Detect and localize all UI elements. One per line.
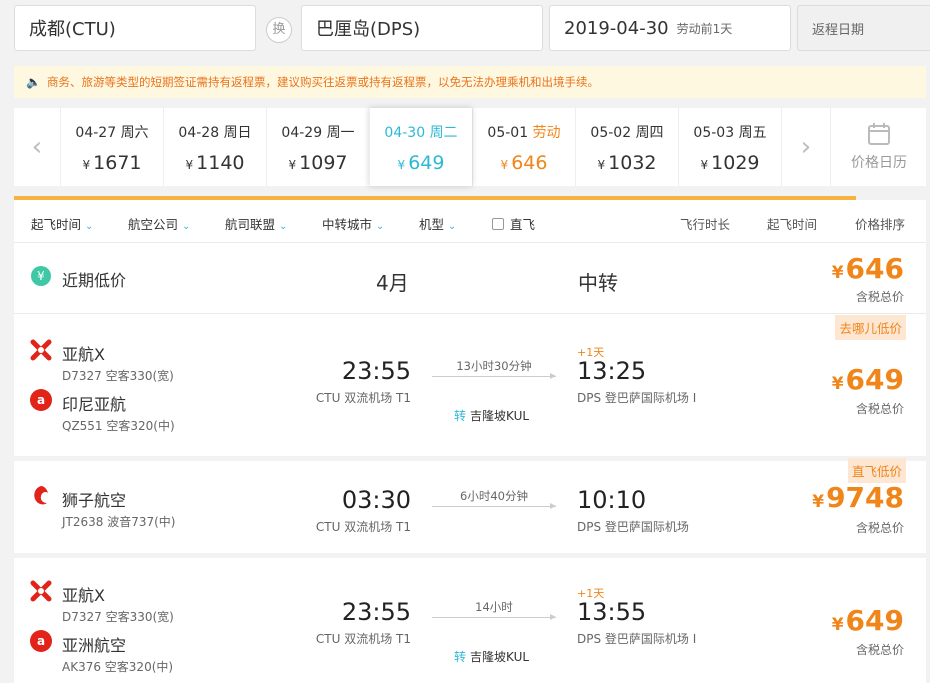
arrive-time: 13:25 <box>577 357 647 385</box>
filter-alliance[interactable]: 航司联盟 ⌄ <box>225 214 287 233</box>
airline-name: 印尼亚航 <box>62 395 127 414</box>
flight-price: ¥9748 <box>812 481 904 514</box>
date-cell[interactable]: 05-03 周五 ¥1029 <box>678 108 781 186</box>
depart-airport: CTU 双流机场 T1 <box>315 520 411 534</box>
next-dates-arrow-icon[interactable]: › <box>781 108 830 186</box>
arrive-time: 13:55 <box>577 598 647 626</box>
airasia-logo-icon: a <box>30 389 52 411</box>
destination-field[interactable]: 巴厘岛(DPS) <box>301 5 543 51</box>
tax-note: 含税总价 <box>855 290 904 304</box>
airasia-x-logo-icon <box>30 580 52 602</box>
speaker-icon: 🔈 <box>26 75 41 89</box>
price-badge: 直飞低价 <box>847 458 906 483</box>
tax-note: 含税总价 <box>855 643 904 657</box>
airline-name: 亚航X <box>62 586 105 605</box>
origin-field[interactable]: 成都(CTU) <box>14 5 256 51</box>
depart-date-field[interactable]: 2019-04-30 劳动前1天 <box>549 5 791 51</box>
chevron-down-icon: ⌄ <box>376 221 385 232</box>
tax-note: 含税总价 <box>855 402 904 416</box>
airline-name: 亚航X <box>62 345 105 364</box>
airasia-x-logo-icon <box>30 339 52 361</box>
low-price-type: 中转 <box>578 271 618 295</box>
arrive-airport: DPS 登巴萨国际机场 I <box>577 632 697 646</box>
filter-aircraft[interactable]: 机型 ⌄ <box>419 214 456 233</box>
date-strip: ‹ 04-27 周六 ¥1671 04-28 周日 ¥1140 04-29 周一… <box>14 108 926 186</box>
lion-air-logo-icon <box>34 486 48 505</box>
airline-name: 狮子航空 <box>62 491 127 510</box>
route-arrow <box>432 503 556 509</box>
recent-low-price-row[interactable]: ¥ 近期低价 4月 中转 ¥646 含税总价 <box>14 243 926 314</box>
arrive-time: 10:10 <box>577 486 647 514</box>
low-price-label: 近期低价 <box>62 271 127 290</box>
filter-depart-time[interactable]: 起飞时间 ⌄ <box>31 214 93 233</box>
flight-duration: 6小时40分钟 <box>460 489 528 503</box>
yen-icon: ¥ <box>31 266 51 286</box>
flight-price: ¥649 <box>831 604 904 637</box>
filter-bar: 起飞时间 ⌄ 航空公司 ⌄ 航司联盟 ⌄ 中转城市 ⌄ 机型 ⌄ 直飞 飞行时长 起飞时间… <box>14 200 926 243</box>
chevron-down-icon: ⌄ <box>182 221 191 232</box>
date-cell[interactable]: 04-27 周六 ¥1671 <box>60 108 163 186</box>
low-price-month: 4月 <box>376 271 409 295</box>
sort-duration[interactable]: 飞行时长 <box>680 214 730 233</box>
flight-price: ¥649 <box>831 363 904 396</box>
arrive-airport: DPS 登巴萨国际机场 <box>577 520 689 534</box>
notice-text: 商务、旅游等类型的短期签证需持有返程票，建议购买往返票或持有返程票，以免无法办理… <box>46 75 599 89</box>
flight-info: JT2638 波音737(中) <box>62 515 176 529</box>
transfer-info: 转吉隆坡KUL <box>454 650 530 664</box>
flight-info: QZ551 空客320(中) <box>62 419 175 433</box>
price-badge: 去哪儿低价 <box>835 315 906 340</box>
origin-value: 成都(CTU) <box>29 19 116 40</box>
chevron-down-icon: ⌄ <box>85 221 94 232</box>
filter-direct-checkbox[interactable]: 直飞 <box>492 214 535 233</box>
swap-button[interactable]: 换 <box>266 17 292 43</box>
flight-info: D7327 空客330(宽) <box>62 610 174 624</box>
date-cell[interactable]: 05-02 周四 ¥1032 <box>575 108 678 186</box>
depart-date-value: 2019-04-30 <box>564 17 669 39</box>
route-arrow <box>432 373 556 379</box>
sort-price[interactable]: 价格排序 <box>855 214 905 233</box>
calendar-label: 价格日历 <box>851 155 907 171</box>
depart-airport: CTU 双流机场 T1 <box>315 391 411 405</box>
low-price-value: ¥646 <box>831 252 904 285</box>
flight-info: AK376 空客320(中) <box>62 660 174 674</box>
return-date-field[interactable]: 返程日期 <box>797 5 930 51</box>
return-date-placeholder: 返程日期 <box>812 22 865 38</box>
depart-time: 03:30 <box>341 486 411 514</box>
depart-time: 23:55 <box>341 357 411 385</box>
chevron-down-icon: ⌄ <box>279 221 288 232</box>
flight-duration: 13小时30分钟 <box>456 359 532 373</box>
tax-note: 含税总价 <box>855 521 904 535</box>
sort-depart-time[interactable]: 起飞时间 <box>767 214 817 233</box>
transfer-info: 转吉隆坡KUL <box>454 409 530 423</box>
price-calendar-button[interactable]: 价格日历 <box>830 108 927 186</box>
flight-card[interactable]: 亚航X D7327 空客330(宽) a 亚洲航空 AK376 空客320(中)… <box>14 558 926 683</box>
calendar-icon <box>868 123 890 145</box>
flight-card[interactable]: 亚航X D7327 空客330(宽) a 印尼亚航 QZ551 空客320(中)… <box>14 314 926 456</box>
flight-info: D7327 空客330(宽) <box>62 369 174 383</box>
airasia-logo-icon: a <box>30 630 52 652</box>
flight-duration: 14小时 <box>475 600 513 614</box>
date-cell[interactable]: 04-28 周日 ¥1140 <box>163 108 266 186</box>
date-cell-selected[interactable]: 04-30 周二 ¥649 <box>369 108 472 186</box>
arrive-airport: DPS 登巴萨国际机场 I <box>577 391 697 405</box>
holiday-note: 劳动前1天 <box>676 21 733 36</box>
prev-dates-arrow-icon[interactable]: ‹ <box>14 108 60 186</box>
chevron-down-icon: ⌄ <box>448 221 457 232</box>
depart-time: 23:55 <box>341 598 411 626</box>
filter-airline[interactable]: 航空公司 ⌄ <box>128 214 190 233</box>
depart-airport: CTU 双流机场 T1 <box>315 632 411 646</box>
date-cell[interactable]: 05-01 劳动 ¥646 <box>472 108 575 186</box>
route-arrow <box>432 614 556 620</box>
destination-value: 巴厘岛(DPS) <box>316 19 421 40</box>
checkbox-icon <box>492 218 504 230</box>
date-cell[interactable]: 04-29 周一 ¥1097 <box>266 108 369 186</box>
flight-card[interactable]: 狮子航空 JT2638 波音737(中) 03:30 CTU 双流机场 T1 6… <box>14 458 926 553</box>
airline-name: 亚洲航空 <box>62 636 127 655</box>
filter-transfer-city[interactable]: 中转城市 ⌄ <box>322 214 384 233</box>
visa-notice: 🔈 商务、旅游等类型的短期签证需持有返程票，建议购买往返票或持有返程票，以免无法… <box>14 66 926 98</box>
